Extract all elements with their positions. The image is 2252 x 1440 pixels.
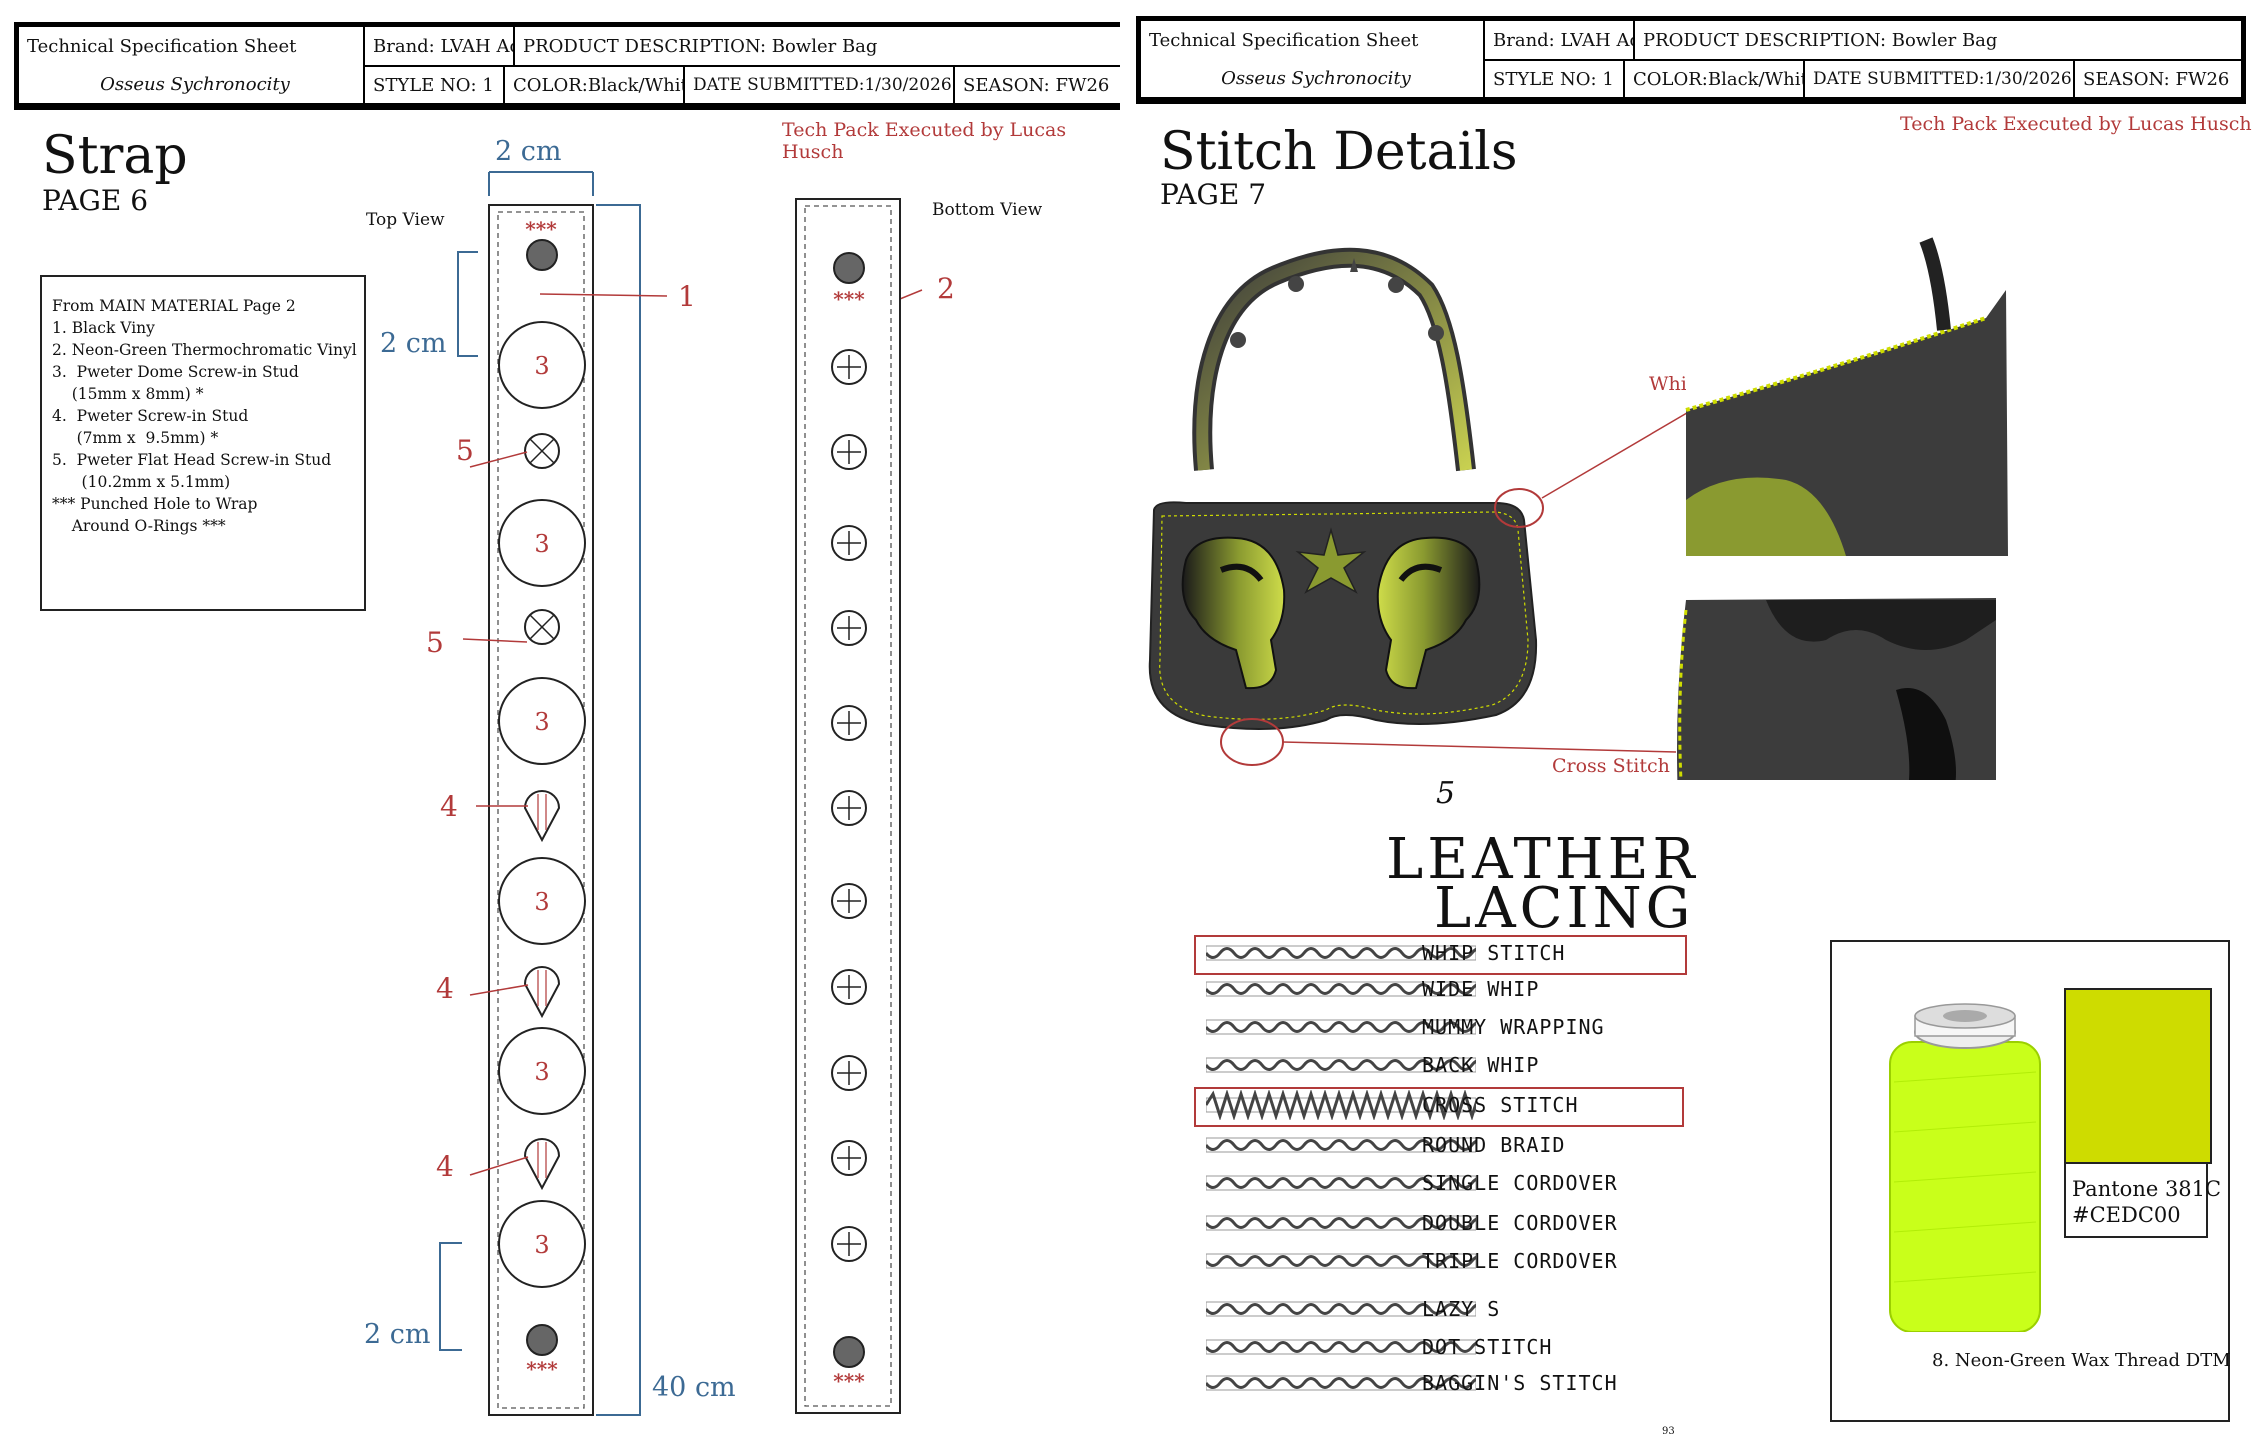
strap-page: Technical Specification Sheet Osseus Syc… <box>0 0 1120 1440</box>
dome-stud: 3 <box>498 499 586 587</box>
thread-card: Pantone 381C #CEDC00 8. Neon-Green Wax T… <box>1830 940 2231 1422</box>
callout-2: 2 <box>937 272 955 305</box>
lacing-row: SINGLE CORDOVER <box>1186 1168 1726 1198</box>
svg-text:3: 3 <box>534 1058 549 1086</box>
lacing-row: WHIP STITCH <box>1186 935 1726 975</box>
strap-top-view: *** 3 3 3 3 3 3 *** <box>488 204 594 1416</box>
screw-back-plate <box>831 525 867 561</box>
lacing-label: DOUBLE CORDOVER <box>1422 1211 1618 1235</box>
lacing-label: TRIPLE CORDOVER <box>1422 1249 1618 1273</box>
screw-back-plate <box>831 883 867 919</box>
flat-head-stud <box>524 433 560 469</box>
length-dimension: 40 cm <box>596 204 736 1416</box>
lacing-label: MUMMY WRAPPING <box>1422 1015 1605 1039</box>
punch-hole-mark: *** <box>833 287 865 311</box>
callout-1: 1 <box>678 280 696 313</box>
screw-back-plate <box>831 969 867 1005</box>
highlight-box <box>1194 935 1687 975</box>
screw-back-plate <box>831 610 867 646</box>
length-dim-label: 40 cm <box>652 1372 736 1403</box>
lacing-label: SINGLE CORDOVER <box>1422 1171 1618 1195</box>
lacing-label: DOT STITCH <box>1422 1335 1553 1359</box>
screw-back-plate <box>831 434 867 470</box>
screw-back-plate <box>831 1226 867 1262</box>
lacing-label: LAZY S <box>1422 1297 1501 1321</box>
top-offset-dimension: 2 cm <box>380 251 478 359</box>
lacing-row: DOUBLE CORDOVER <box>1186 1208 1726 1238</box>
svg-text:3: 3 <box>534 352 549 380</box>
top-dim-label: 2 cm <box>380 328 447 359</box>
screw-back-plate <box>831 349 867 385</box>
callout-5: 5 <box>426 626 444 659</box>
lacing-label: BACK WHIP <box>1422 1053 1540 1077</box>
bottom-dim-label: 2 cm <box>364 1319 431 1350</box>
callout-4: 4 <box>440 790 458 823</box>
whip-stitch-detail <box>1685 237 2008 556</box>
dome-stud: 3 <box>498 677 586 765</box>
screw-back-plate <box>831 790 867 826</box>
lacing-row: TRIPLE CORDOVER <box>1186 1246 1726 1276</box>
svg-text:3: 3 <box>534 888 549 916</box>
punch-hole-mark: *** <box>833 1369 865 1393</box>
cross-stitch-detail <box>1677 598 1996 780</box>
highlight-box <box>1194 1087 1684 1127</box>
thread-caption: 8. Neon-Green Wax Thread DTM <box>1932 1350 2231 1371</box>
svg-text:3: 3 <box>534 708 549 736</box>
lacing-row: ROUND BRAID <box>1186 1130 1726 1160</box>
punched-hole <box>833 1336 865 1368</box>
screw-back-plate <box>831 1140 867 1176</box>
leather-lacing-chart: 5 LEATHER LACING WHIP STITCH WIDE WHIP MUM… <box>1186 776 1746 1416</box>
width-dimension: 2 cm <box>488 136 594 196</box>
width-dim-label: 2 cm <box>495 136 562 167</box>
lacing-row: LAZY S <box>1186 1294 1726 1324</box>
callout-4: 4 <box>436 1150 454 1183</box>
lacing-row: WIDE WHIP <box>1186 974 1726 1004</box>
strap-bottom-view: *** *** <box>795 198 901 1414</box>
punch-hole-mark: *** <box>526 1357 558 1381</box>
dome-stud: 3 <box>498 857 586 945</box>
stitch-page: Technical Specification Sheet Osseus Syc… <box>1126 0 2252 1440</box>
punched-hole <box>526 239 558 271</box>
lacing-row: BAGGIN'S STITCH <box>1186 1368 1726 1398</box>
strap-drawing: 2 cm 2 cm 2 cm 40 cm *** 3 3 3 3 3 3 ***… <box>364 136 955 1416</box>
lacing-row: CROSS STITCH <box>1186 1087 1726 1127</box>
flat-head-stud <box>524 609 560 645</box>
svg-text:3: 3 <box>534 530 549 558</box>
lacing-row: DOT STITCH <box>1186 1332 1726 1362</box>
screw-back-plate <box>831 705 867 741</box>
thread-spool-image <box>1889 1003 2041 1332</box>
punch-hole-mark: *** <box>525 217 557 241</box>
lacing-label: BAGGIN'S STITCH <box>1422 1371 1618 1395</box>
bag-illustration: Whip Stitch Cross Stitch <box>1148 237 2008 780</box>
page-footer-number: 93 <box>1662 1426 1675 1437</box>
punched-hole <box>526 1324 558 1356</box>
punched-hole <box>833 252 865 284</box>
pantone-code: Pantone 381C #CEDC00 <box>2072 1177 2222 1227</box>
dome-stud: 3 <box>498 321 586 409</box>
callout-5: 5 <box>456 434 474 467</box>
callout-4: 4 <box>436 972 454 1005</box>
dome-stud: 3 <box>498 1027 586 1115</box>
lacing-label: ROUND BRAID <box>1422 1133 1566 1157</box>
dome-stud: 3 <box>498 1200 586 1288</box>
screw-back-plate <box>831 1055 867 1091</box>
lacing-row: BACK WHIP <box>1186 1050 1726 1080</box>
lacing-label: WIDE WHIP <box>1422 977 1540 1001</box>
lacing-title: LACING <box>1434 876 1695 941</box>
lacing-row: MUMMY WRAPPING <box>1186 1012 1726 1042</box>
svg-text:3: 3 <box>534 1231 549 1259</box>
pantone-swatch <box>2064 988 2212 1164</box>
lacing-number: 5 <box>1436 776 1456 811</box>
bottom-offset-dimension: 2 cm <box>364 1242 462 1351</box>
cross-stitch-label: Cross Stitch <box>1552 755 1670 777</box>
